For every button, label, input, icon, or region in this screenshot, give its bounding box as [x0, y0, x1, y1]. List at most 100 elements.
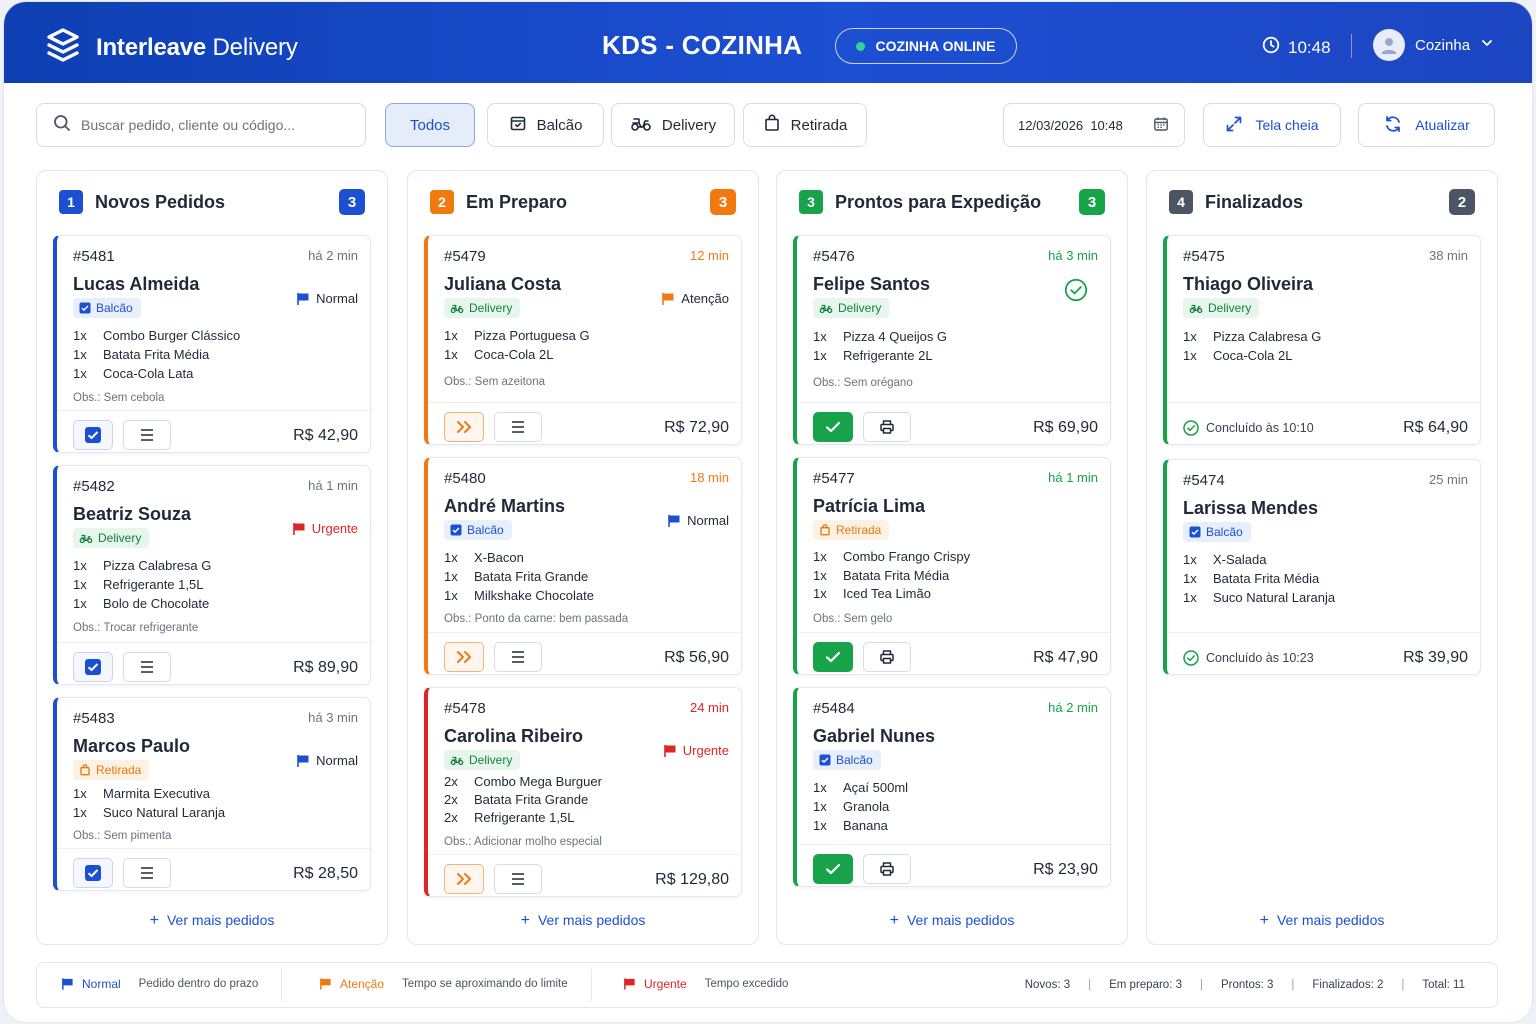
check-circle-icon	[1183, 650, 1199, 666]
clock-icon	[1262, 36, 1280, 59]
print-button[interactable]	[863, 854, 911, 884]
brand-logo[interactable]: Interleave Delivery	[44, 26, 298, 69]
flag-icon	[663, 744, 676, 757]
show-more-link[interactable]: + Ver mais pedidos	[777, 912, 1127, 930]
order-total: R$ 129,80	[655, 871, 729, 888]
check-icon	[825, 651, 841, 663]
column-count-badge: 3	[710, 189, 736, 215]
column-title: Finalizados	[1205, 191, 1304, 212]
double-chevron-right-icon	[457, 651, 471, 663]
check-circle-icon	[1183, 420, 1199, 436]
advance-order-button[interactable]	[444, 412, 484, 442]
details-menu-button[interactable]	[123, 420, 171, 450]
card-footer: Concluído às 10:23 R$ 39,90	[1167, 632, 1480, 674]
order-time: há 1 min	[1048, 470, 1098, 485]
user-menu[interactable]: Cozinha	[1373, 29, 1494, 61]
filter-balcao[interactable]: Balcão	[487, 103, 604, 147]
column-count-badge: 3	[339, 189, 365, 215]
order-notes: Obs.: Trocar refrigerante	[73, 622, 199, 634]
customer-name: Beatriz Souza	[73, 504, 192, 524]
fullscreen-button[interactable]: Tela cheia	[1203, 103, 1341, 147]
details-menu-button[interactable]	[494, 412, 542, 442]
order-total: R$ 47,90	[1033, 649, 1098, 666]
accept-order-button[interactable]	[73, 652, 113, 682]
order-item: 1x Refrigerante 2L	[813, 348, 933, 363]
order-total: R$ 42,90	[293, 427, 358, 444]
order-card-5483[interactable]: #5483 há 3 min Marcos Paulo Retirada Nor…	[53, 697, 371, 891]
order-card-5478[interactable]: #5478 24 min Carolina Ribeiro Delivery U…	[424, 687, 742, 897]
flag-icon	[297, 292, 309, 305]
order-item: 2x Refrigerante 1,5L	[444, 810, 575, 825]
calendar-icon	[1153, 116, 1169, 135]
order-total: R$ 89,90	[293, 659, 358, 676]
order-stats: Novos: 3 | Em preparo: 3 | Prontos: 3 | Fin…	[1024, 979, 1465, 991]
accept-order-button[interactable]	[73, 420, 113, 450]
order-card-5477[interactable]: #5477 há 1 min Patrícia Lima Retirada 1x…	[793, 457, 1111, 675]
double-chevron-right-icon	[457, 421, 471, 433]
order-total: R$ 39,90	[1403, 649, 1468, 666]
order-total: R$ 23,90	[1033, 861, 1098, 878]
accept-order-button[interactable]	[73, 858, 113, 888]
show-more-link[interactable]: + Ver mais pedidos	[1147, 912, 1497, 930]
order-total: R$ 28,50	[293, 865, 358, 882]
date-time-picker[interactable]: 12/03/2026 10:48	[1003, 103, 1185, 147]
order-card-5482[interactable]: #5482 há 1 min Beatriz Souza Delivery Ur…	[53, 465, 371, 685]
avatar	[1373, 29, 1405, 61]
order-item: 1x Combo Burger Clássico	[73, 328, 241, 343]
details-menu-button[interactable]	[494, 864, 542, 894]
print-button[interactable]	[863, 642, 911, 672]
details-menu-button[interactable]	[123, 652, 171, 682]
advance-order-button[interactable]	[444, 864, 484, 894]
order-card-5474[interactable]: #5474 25 min Larissa Mendes Balcão 1x X-S…	[1163, 459, 1481, 675]
order-items: 1x Açaí 500ml 1x Granola 1x Banana	[813, 780, 908, 837]
menu-icon	[141, 429, 153, 441]
order-notes: Obs.: Sem azeitona	[444, 376, 545, 388]
print-button[interactable]	[863, 412, 911, 442]
dispatch-order-button[interactable]	[813, 854, 853, 884]
kitchen-status-badge: COZINHA ONLINE	[835, 28, 1017, 64]
order-type-tag: Delivery	[444, 750, 521, 770]
column-count-badge: 2	[1449, 189, 1475, 215]
column-header: 4 Finalizados 2	[1169, 189, 1475, 215]
order-card-5476[interactable]: #5476 há 3 min Felipe Santos Delivery 1x…	[793, 235, 1111, 445]
show-more-link[interactable]: + Ver mais pedidos	[37, 912, 387, 930]
order-item: 1x X-Bacon	[444, 550, 524, 565]
order-card-5475[interactable]: #5475 38 min Thiago Oliveira Delivery 1x…	[1163, 235, 1481, 445]
priority-flag: Normal	[667, 513, 729, 528]
search-box[interactable]	[36, 103, 366, 147]
order-time: 12 min	[689, 248, 729, 263]
card-footer: R$ 72,90	[428, 402, 741, 444]
details-menu-button[interactable]	[123, 858, 171, 888]
show-more-link[interactable]: + Ver mais pedidos	[408, 912, 758, 930]
completed-status: Concluído às 10:10	[1183, 420, 1314, 436]
dispatch-order-button[interactable]	[813, 642, 853, 672]
details-menu-button[interactable]	[494, 642, 542, 672]
order-card-5484[interactable]: #5484 há 2 min Gabriel Nunes Balcão 1x Aç…	[793, 687, 1111, 887]
order-item: 1x Açaí 500ml	[813, 780, 909, 795]
order-item: 1x Pizza Portuguesa G	[444, 328, 590, 343]
check-box-icon	[85, 659, 101, 675]
order-item: 1x Batata Frita Média	[813, 567, 950, 583]
filter-retirada[interactable]: Retirada	[743, 103, 867, 147]
order-item: 1x Combo Frango Crispy	[813, 549, 971, 564]
order-time: há 1 min	[308, 478, 358, 493]
refresh-button[interactable]: Atualizar	[1358, 103, 1495, 147]
order-card-5481[interactable]: #5481 há 2 min Lucas Almeida Balcão Norm…	[53, 235, 371, 453]
order-card-5479[interactable]: #5479 12 min Juliana Costa Delivery Aten…	[424, 235, 742, 445]
scooter-icon	[1189, 304, 1203, 314]
advance-order-button[interactable]	[444, 642, 484, 672]
filter-todos[interactable]: Todos	[385, 103, 475, 147]
order-id: #5481	[73, 248, 115, 265]
check-icon	[825, 421, 841, 433]
completed-status: Concluído às 10:23	[1183, 650, 1314, 666]
order-item: 1x Marmita Executiva	[73, 786, 210, 801]
scooter-icon	[630, 114, 652, 136]
order-time: há 3 min	[1048, 248, 1098, 263]
column-number: 2	[430, 190, 454, 214]
filter-delivery[interactable]: Delivery	[611, 103, 735, 147]
search-input[interactable]	[81, 117, 331, 133]
order-card-5480[interactable]: #5480 18 min André Martins Balcão Normal…	[424, 457, 742, 675]
dispatch-order-button[interactable]	[813, 412, 853, 442]
user-name: Cozinha	[1415, 36, 1471, 54]
card-footer: Concluído às 10:10 R$ 64,90	[1167, 402, 1480, 444]
